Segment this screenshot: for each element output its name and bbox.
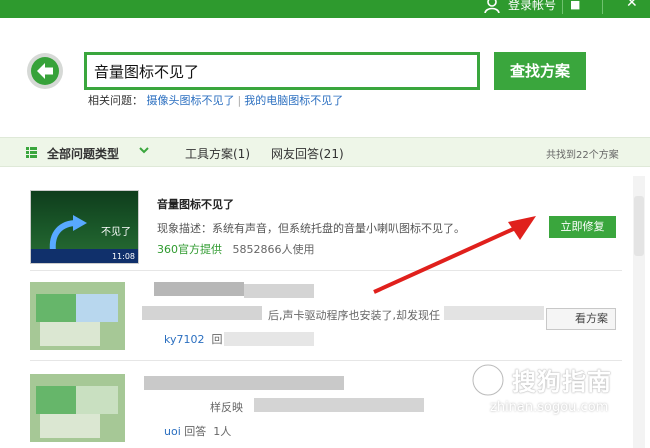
result-title[interactable]: 音量图标不见了 <box>157 196 234 212</box>
arrow-left-icon <box>37 63 53 79</box>
watermark-url: zhinan.sogou.com <box>490 400 609 415</box>
close-icon[interactable]: ✕ <box>626 0 638 11</box>
top-bar: 登录帐号 ■ ✕ <box>0 0 650 18</box>
result-thumbnail: 不见了 11:08 <box>30 190 139 264</box>
sogou-logo-icon <box>471 363 505 397</box>
usage-count: 5852866人使用 <box>232 243 315 256</box>
menu-icon[interactable]: ■ <box>570 0 582 11</box>
related-link-mycomputer[interactable]: 我的电脑图标不见了 <box>244 94 343 107</box>
result-count: 共找到22个方案 <box>546 150 619 161</box>
chevron-down-icon[interactable] <box>138 144 150 156</box>
annotation-arrow-icon <box>373 216 536 294</box>
search-button[interactable]: 查找方案 <box>494 52 586 90</box>
search-input[interactable] <box>87 55 477 87</box>
back-button[interactable] <box>27 53 63 89</box>
login-link[interactable]: 登录帐号 <box>508 0 556 13</box>
result-description: 样反映 <box>210 401 243 414</box>
watermark-brand: 搜狗指南 <box>512 368 612 396</box>
result-description: 后,声卡驱动程序也安装了,却发现任 <box>268 309 440 322</box>
view-solution-button[interactable]: 看方案 <box>546 308 616 330</box>
answer-user: uoi 回答 1人 <box>164 425 232 438</box>
list-icon <box>26 147 37 158</box>
thumbnail-text: 不见了 <box>101 227 131 238</box>
provider: 360官方提供 <box>157 243 222 256</box>
related-questions: 相关问题： 摄像头图标不见了 | 我的电脑图标不见了 <box>88 94 344 107</box>
tab-tool-solutions[interactable]: 工具方案(1) <box>185 145 250 162</box>
divider <box>562 0 563 14</box>
result-meta: 360官方提供 5852866人使用 <box>157 241 315 257</box>
result-thumbnail <box>30 374 125 442</box>
curved-arrow-icon <box>49 215 87 252</box>
user-icon[interactable] <box>484 0 500 13</box>
all-types-filter[interactable]: 全部问题类型 <box>47 145 119 162</box>
answer-user: ky7102 回 <box>164 333 223 346</box>
related-label: 相关问题： <box>88 94 143 107</box>
result-thumbnail <box>30 282 125 350</box>
filter-bar: 全部问题类型 工具方案(1) 网友回答(21) 共找到22个方案 <box>0 137 650 167</box>
fix-now-button[interactable]: 立即修复 <box>549 216 616 238</box>
related-link-camera[interactable]: 摄像头图标不见了 <box>147 94 235 107</box>
watermark: 搜狗指南 zhinan.sogou.com <box>460 356 640 426</box>
search-box <box>84 52 480 90</box>
scrollbar-thumb[interactable] <box>634 196 644 256</box>
thumbnail-time: 11:08 <box>111 252 135 261</box>
divider <box>602 0 603 14</box>
tab-user-answers[interactable]: 网友回答(21) <box>271 145 344 162</box>
